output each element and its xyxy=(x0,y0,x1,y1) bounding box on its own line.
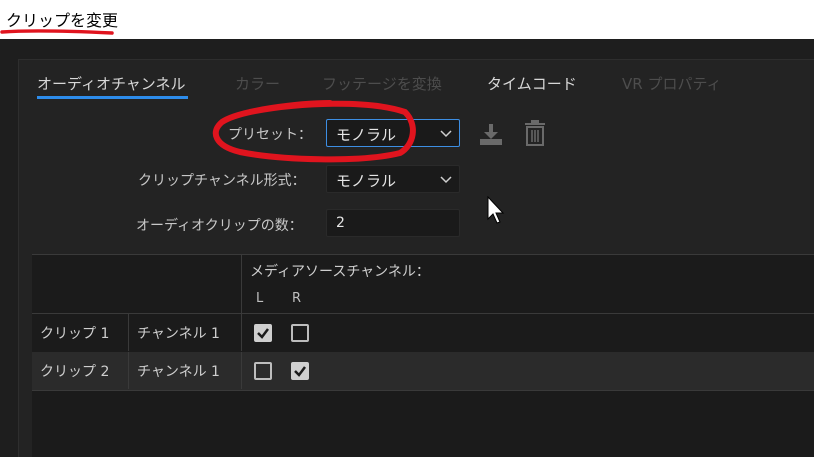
channel-format-value: モノラル xyxy=(336,172,397,190)
checkmark-icon xyxy=(294,366,306,377)
trash-icon xyxy=(525,120,545,146)
clip-count-value: 2 xyxy=(336,215,345,231)
table-row: クリップ 1 チャンネル 1 xyxy=(32,314,814,353)
media-source-channels-header: メディアソースチャンネル： xyxy=(250,264,430,280)
channel-grid: メディアソースチャンネル： L R クリップ 1 チャンネル 1 クリップ 2 … xyxy=(32,254,814,457)
preset-label: プリセット： xyxy=(228,127,312,143)
active-tab-indicator xyxy=(37,96,188,99)
checkbox-r-row1[interactable] xyxy=(291,324,309,342)
mouse-pointer-icon xyxy=(487,196,505,224)
download-icon xyxy=(480,124,502,145)
chevron-down-icon xyxy=(440,176,452,184)
preset-value: モノラル xyxy=(336,126,397,144)
window-title: クリップを変更 xyxy=(6,11,119,30)
clip-cell: クリップ 2 xyxy=(32,352,129,389)
tab-interpret-footage: フッテージを変換 xyxy=(322,75,442,93)
channel-header-r: R xyxy=(292,291,302,306)
checkbox-l-row2[interactable] xyxy=(254,362,272,380)
channel-format-select[interactable]: モノラル xyxy=(326,165,460,193)
title-bar: クリップを変更 xyxy=(0,0,814,39)
delete-preset-button[interactable] xyxy=(523,119,547,151)
chevron-down-icon xyxy=(440,130,452,138)
checkbox-l-row1[interactable] xyxy=(254,324,272,342)
grid-header-spacer xyxy=(32,255,242,314)
save-preset-button[interactable] xyxy=(478,121,504,151)
channel-header-l: L xyxy=(256,291,264,306)
channel-cell: チャンネル 1 xyxy=(129,352,242,389)
channel-format-label: クリップチャンネル形式： xyxy=(138,173,306,189)
tab-timecode[interactable]: タイムコード xyxy=(487,73,577,94)
table-row: クリップ 2 チャンネル 1 xyxy=(32,352,814,391)
checkbox-r-row2[interactable] xyxy=(291,362,309,380)
grid-header: メディアソースチャンネル： L R xyxy=(242,255,814,314)
checkmark-icon xyxy=(257,328,269,339)
preset-select[interactable]: モノラル xyxy=(326,119,460,147)
tab-audio-channels[interactable]: オーディオチャンネル xyxy=(37,73,186,94)
clip-count-input[interactable]: 2 xyxy=(326,209,460,237)
clip-cell: クリップ 1 xyxy=(32,314,129,351)
channel-cell: チャンネル 1 xyxy=(129,314,242,351)
tab-color: カラー xyxy=(235,75,281,93)
tab-vr-properties: VR プロパティ xyxy=(622,75,722,93)
clip-count-label: オーディオクリップの数： xyxy=(136,218,303,234)
